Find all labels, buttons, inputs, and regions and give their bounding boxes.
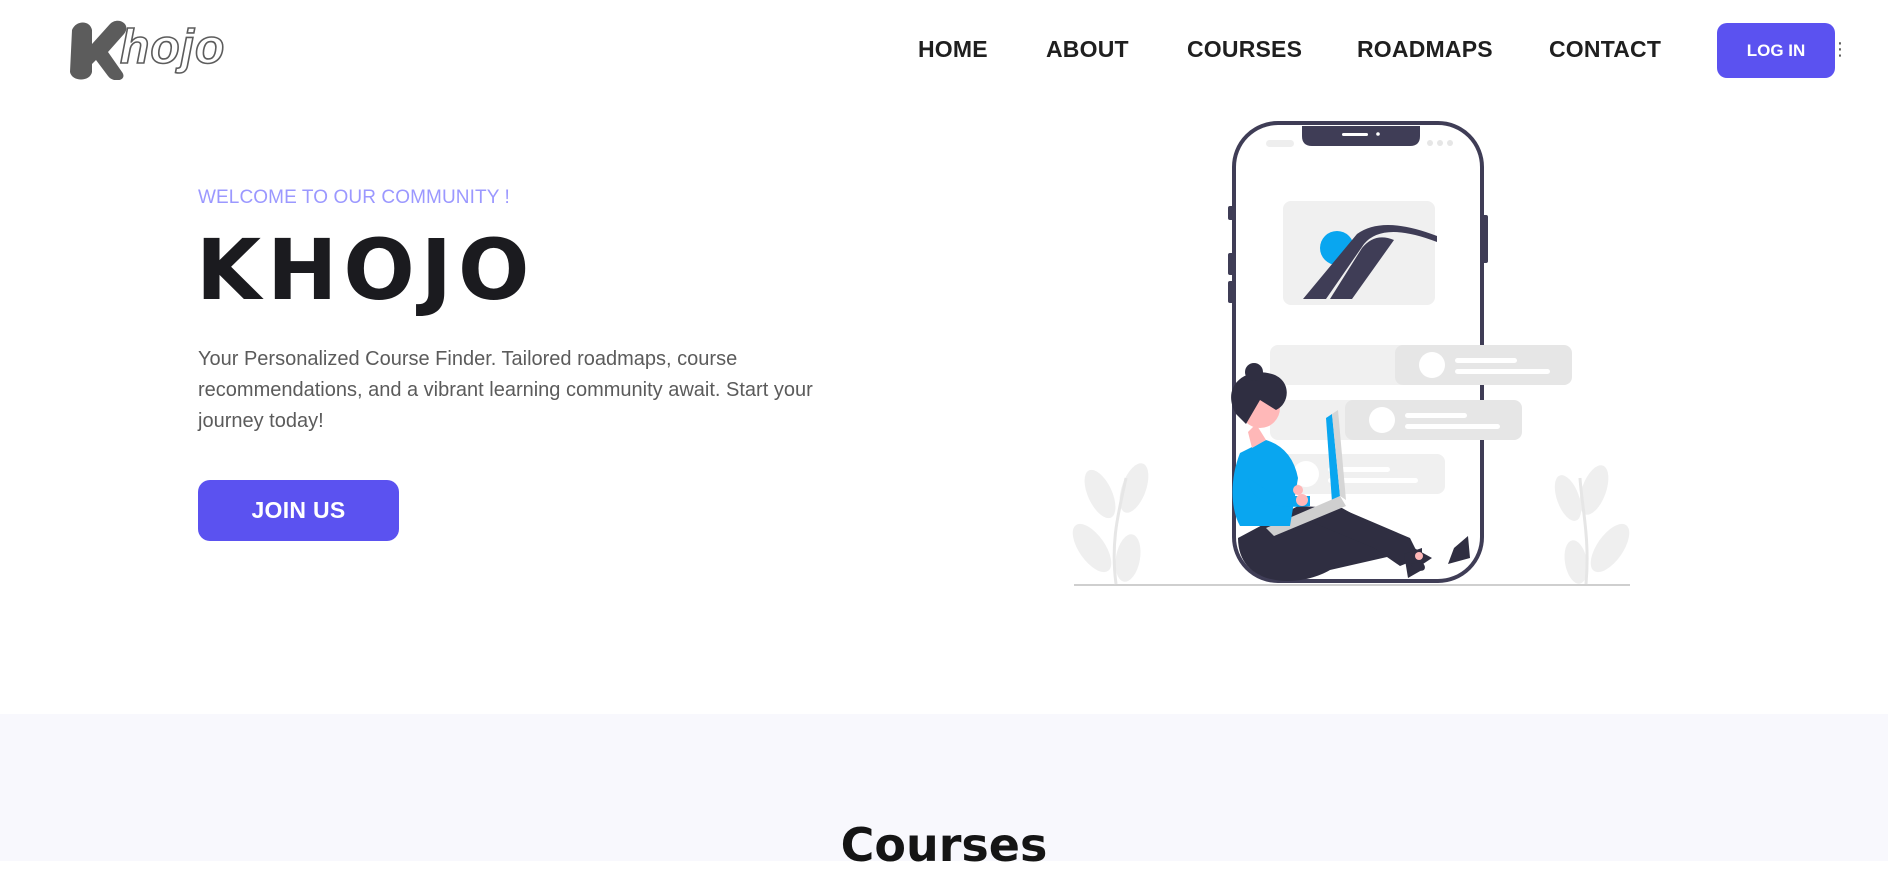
nav-link-courses[interactable]: COURSES (1187, 36, 1302, 63)
hero-title: KHOJO (196, 221, 536, 319)
logo-wordmark: hojo (119, 21, 226, 74)
nav-link-roadmaps[interactable]: ROADMAPS (1357, 36, 1493, 63)
hero-description: Your Personalized Course Finder. Tailore… (198, 348, 813, 432)
login-button[interactable]: LOG IN (1717, 23, 1835, 78)
nav-link-about[interactable]: ABOUT (1046, 36, 1129, 63)
nav-link-home[interactable]: HOME (918, 36, 988, 63)
plant-left-icon (1072, 463, 1149, 585)
brand-logo[interactable]: hojo (62, 18, 238, 80)
person-laptop-phone-illustration (1072, 121, 1630, 586)
nav-link-contact[interactable]: CONTACT (1549, 36, 1661, 63)
hero-eyebrow: WELCOME TO OUR COMMUNITY ! (198, 187, 510, 208)
kebab-icon[interactable]: ⋮ (1831, 40, 1849, 58)
courses-section: Courses (0, 714, 1888, 868)
navbar: hojo HOME ABOUT COURSES ROADMAPS CONTACT… (0, 0, 1888, 100)
plant-right-icon (1554, 465, 1630, 585)
hero-illustration (1070, 118, 1635, 593)
courses-heading: Courses (840, 818, 1048, 872)
join-us-button[interactable]: JOIN US (198, 480, 399, 541)
